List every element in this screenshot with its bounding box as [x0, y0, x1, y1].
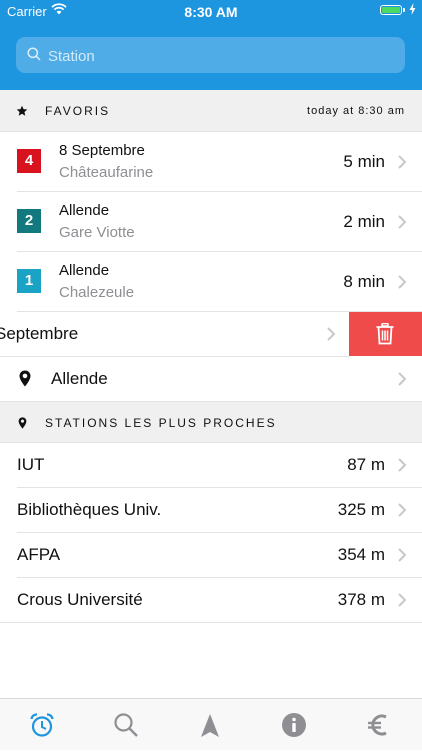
chevron-right-icon [398, 155, 407, 174]
pin-icon [18, 416, 27, 434]
line-badge: 1 [17, 269, 41, 293]
chevron-right-icon [398, 215, 407, 234]
arrival-time: 8 min [343, 272, 385, 291]
chevron-right-icon [398, 548, 407, 567]
chevron-right-icon [327, 327, 336, 346]
row-divider [0, 622, 422, 623]
favorites-updated-time: today at 8:30 am [307, 105, 405, 117]
search-input[interactable] [46, 37, 390, 75]
arrival-time: 2 min [343, 212, 385, 231]
tab-info[interactable] [252, 699, 336, 751]
direction-name: Gare Viotte [59, 224, 135, 241]
station-distance: 378 m [337, 590, 385, 609]
nearby-station-row[interactable]: AFPA 354 m [0, 533, 422, 578]
tab-nearby[interactable] [168, 699, 252, 751]
battery-icon [380, 5, 405, 15]
favorites-section-header: FAVORIS today at 8:30 am [0, 90, 422, 132]
chevron-right-icon [398, 503, 407, 522]
line-badge: 2 [17, 209, 41, 233]
chevron-right-icon [398, 593, 407, 612]
station-distance: 87 m [347, 455, 385, 474]
tab-bar [0, 698, 422, 750]
arrival-time: 5 min [343, 152, 385, 171]
tab-search[interactable] [84, 699, 168, 751]
euro-icon [368, 714, 387, 736]
nearby-section-header: STATIONS LES PLUS PROCHES [0, 401, 422, 443]
favorites-title: FAVORIS [45, 104, 111, 118]
nearby-title: STATIONS LES PLUS PROCHES [45, 416, 277, 430]
charging-icon [409, 3, 416, 18]
pin-icon [19, 370, 31, 392]
search-bar[interactable] [16, 37, 405, 75]
line-badge: 4 [17, 149, 41, 173]
place-name: Allende [51, 369, 108, 388]
favorite-row[interactable]: 4 8 Septembre Châteaufarine 5 min [0, 132, 422, 192]
station-distance: 354 m [337, 545, 385, 564]
station-name: Bibliothèques Univ. [17, 500, 162, 519]
app-header: Carrier 8:30 AM [0, 0, 422, 90]
delete-favorite-button[interactable] [349, 312, 422, 356]
alarm-clock-icon [30, 713, 54, 737]
tab-tickets[interactable] [336, 699, 420, 751]
chevron-right-icon [398, 458, 407, 477]
status-time: 8:30 AM [184, 4, 238, 20]
favorite-row[interactable]: 2 Allende Gare Viotte 2 min [0, 192, 422, 252]
nearby-station-row[interactable]: Bibliothèques Univ. 325 m [0, 488, 422, 533]
nearby-station-row[interactable]: Crous Université 378 m [0, 578, 422, 623]
info-icon [282, 713, 306, 737]
trash-icon [376, 323, 394, 345]
stop-name: 8 Septembre [59, 142, 145, 159]
chevron-right-icon [398, 372, 407, 391]
tab-favorites[interactable] [0, 699, 84, 751]
star-icon [16, 104, 28, 122]
favorite-place-row[interactable]: Allende [0, 357, 422, 402]
favorite-row[interactable]: 1 Allende Chalezeule 8 min [0, 252, 422, 312]
swiped-row-label: Septembre [0, 324, 79, 343]
stop-name: Allende [59, 202, 110, 219]
station-name: Crous Université [17, 590, 143, 609]
station-distance: 325 m [337, 500, 385, 519]
station-name: IUT [17, 455, 45, 474]
station-name: AFPA [17, 545, 61, 564]
chevron-right-icon [398, 275, 407, 294]
direction-name: Châteaufarine [59, 164, 154, 181]
swiped-favorite-row[interactable]: Septembre [0, 312, 422, 357]
stop-name: Allende [59, 262, 110, 279]
nearby-station-row[interactable]: IUT 87 m [0, 443, 422, 488]
search-icon [114, 713, 138, 737]
status-bar: Carrier 8:30 AM [0, 0, 422, 22]
direction-name: Chalezeule [59, 284, 135, 301]
navigation-arrow-icon [201, 714, 219, 737]
search-icon [27, 47, 41, 66]
